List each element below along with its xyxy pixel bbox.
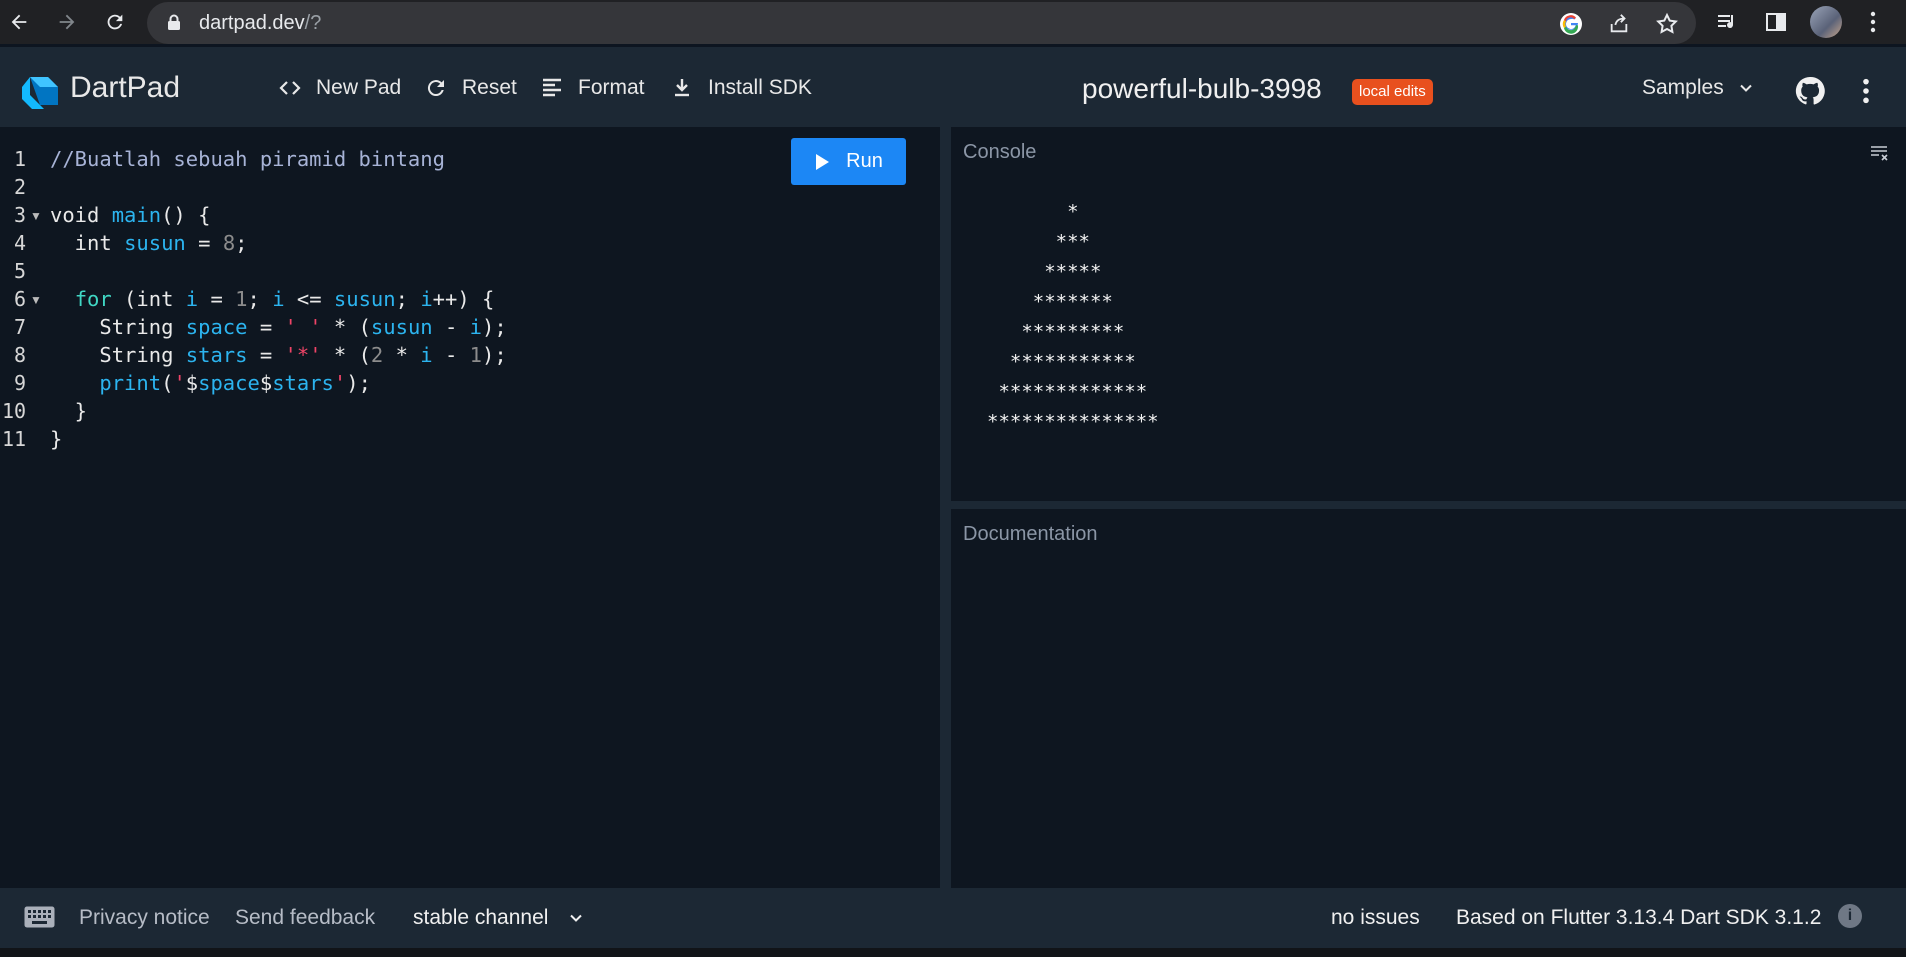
code-line-6: for (int i = 1; i <= susun; i++) { [74,287,495,311]
window-bottom-edge [0,948,1906,957]
privacy-notice-link[interactable]: Privacy notice [79,906,210,930]
line-number: 5 [14,259,27,283]
documentation-panel: Documentation [951,509,1906,888]
code-line-7: String space = ' ' * (susun - i); [50,315,507,339]
samples-dropdown[interactable]: Samples [1642,76,1756,100]
fold-arrow-icon[interactable]: ▼ [30,209,42,223]
chevron-down-icon [1739,84,1752,92]
side-panel-icon[interactable] [1763,9,1789,35]
line-number: 9 [14,371,27,395]
code-line-10: } [50,399,88,423]
send-feedback-link[interactable]: Send feedback [235,906,375,930]
dart-logo-icon [22,77,58,109]
format-align-icon [543,78,561,97]
run-button[interactable]: Run [791,138,906,185]
new-pad-button[interactable]: New Pad [278,76,401,100]
issues-status[interactable]: no issues [1331,906,1420,930]
line-number: 10 [2,399,27,423]
documentation-label: Documentation [963,523,1098,545]
line-number: 1 [14,147,27,171]
line-number: 7 [14,315,27,339]
more-options-icon[interactable] [1860,77,1872,105]
app-brand: DartPad [70,71,181,104]
install-sdk-button[interactable]: Install SDK [670,76,812,100]
local-edits-badge: local edits [1352,79,1433,105]
url-text: dartpad.dev/? [199,11,322,34]
code-line-8: String stars = '*' * (2 * i - 1); [50,343,507,367]
code-icon [279,81,301,95]
line-number: 4 [14,231,27,255]
horizontal-splitter[interactable] [951,501,1906,509]
lock-icon [168,14,180,30]
console-panel: Console * *** ***** ******* ********* **… [951,127,1906,501]
vertical-splitter[interactable] [940,127,951,888]
line-number: 8 [14,343,27,367]
reset-button[interactable]: Reset [424,76,517,100]
play-icon [816,153,830,170]
clear-console-icon[interactable] [1870,145,1890,161]
fold-arrow-icon[interactable]: ▼ [30,293,42,307]
code-line-4: int susun = 8; [50,231,248,255]
share-icon[interactable] [1606,11,1632,37]
info-icon[interactable]: i [1838,904,1862,928]
code-editor[interactable]: 1 2 3 ▼ 4 5 6 ▼ 7 8 9 10 11 //Buatlah se… [0,127,940,888]
reload-icon[interactable] [100,7,130,37]
code-line-9: print('$space$stars'); [99,371,371,395]
browser-toolbar: dartpad.dev/? [0,0,1906,44]
back-icon[interactable] [4,7,34,37]
code-line-3: void main() { [50,203,211,227]
chrome-menu-icon[interactable] [1860,9,1886,35]
line-number: 2 [14,175,27,199]
console-label: Console [963,141,1037,163]
forward-icon[interactable] [52,7,82,37]
google-icon[interactable] [1558,11,1584,37]
star-icon[interactable] [1654,11,1680,37]
refresh-icon [427,80,444,97]
sdk-version: Based on Flutter 3.13.4 Dart SDK 3.1.2 [1456,906,1822,929]
address-bar[interactable]: dartpad.dev/? [147,2,1696,44]
line-number: 11 [2,427,27,451]
pad-title[interactable]: powerful-bulb-3998 [1082,73,1322,105]
keyboard-icon[interactable] [24,906,55,928]
github-icon[interactable] [1794,75,1826,107]
format-button[interactable]: Format [540,76,645,100]
app-header: DartPad New Pad Reset Format Install SDK… [0,47,1906,127]
status-bar: Privacy notice Send feedback stable chan… [0,888,1906,948]
chevron-down-icon [570,914,583,922]
console-output: * *** ***** ******* ********* **********… [987,201,1159,433]
media-icon[interactable] [1714,9,1740,35]
channel-dropdown[interactable]: stable channel [413,906,586,930]
code-line-11: } [50,427,63,451]
download-icon [675,79,689,97]
code-line-1: //Buatlah sebuah piramid bintang [50,147,445,171]
profile-avatar[interactable] [1810,6,1842,38]
